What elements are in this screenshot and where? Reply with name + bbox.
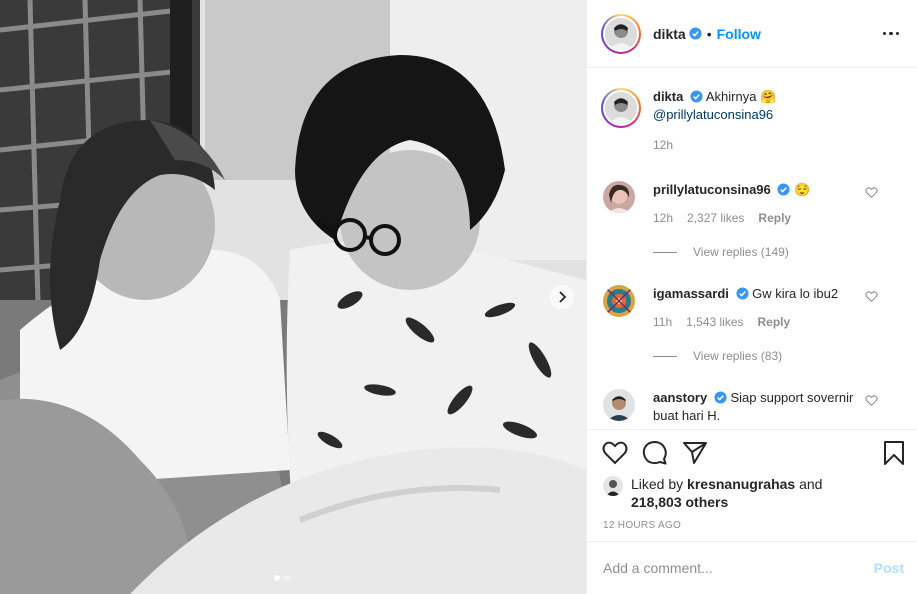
comment-input[interactable] xyxy=(603,560,874,576)
post-author-username[interactable]: dikta xyxy=(653,26,686,42)
heart-icon[interactable] xyxy=(865,186,878,199)
likes-count[interactable]: 218,803 others xyxy=(631,494,728,510)
comment-icon[interactable] xyxy=(642,440,668,466)
avatar xyxy=(605,92,637,124)
share-icon[interactable] xyxy=(682,440,708,466)
action-icons xyxy=(587,430,917,480)
view-replies-button[interactable]: View replies (149) xyxy=(653,245,789,259)
comment-item: igamassardi Gw kira lo ibu2 11h 1,543 li… xyxy=(603,285,903,331)
liked-by-label: Liked by xyxy=(631,476,684,492)
reply-button[interactable]: Reply xyxy=(758,209,791,227)
next-slide-button[interactable] xyxy=(550,285,574,309)
likes-summary: Liked by kresnanugrahas and 218,803 othe… xyxy=(603,475,822,511)
bookmark-icon[interactable] xyxy=(881,440,907,466)
post-timestamp[interactable]: 12 HOURS AGO xyxy=(603,520,681,531)
comment-likes[interactable]: 1,543 likes xyxy=(686,313,743,331)
liked-and-label: and xyxy=(799,476,823,492)
comments-list[interactable]: dikta Akhirnya 🤗 @prillylatuconsina96 12… xyxy=(587,69,917,429)
carousel-dot xyxy=(284,575,290,581)
commenter-avatar[interactable] xyxy=(603,389,635,421)
story-ring[interactable] xyxy=(601,88,641,128)
photo-scene xyxy=(0,0,586,594)
comment-item: aanstory Siap support sovernir buat hari… xyxy=(603,389,903,425)
verified-badge-icon xyxy=(689,27,702,40)
caption-text: Akhirnya xyxy=(705,89,757,104)
post-actions: Liked by kresnanugrahas and 218,803 othe… xyxy=(587,429,917,531)
replies-divider xyxy=(653,355,677,357)
carousel-dots xyxy=(274,575,290,581)
avatar-photo-icon xyxy=(605,17,637,50)
chevron-right-icon xyxy=(559,291,567,303)
verified-badge-icon xyxy=(714,391,727,404)
liker-avatar[interactable] xyxy=(603,476,623,496)
comment-time[interactable]: 12h xyxy=(653,209,673,227)
post-side-panel: dikta • Follow dikta Akhirnya 🤗 @prillyl… xyxy=(586,0,917,594)
caption-mention-link[interactable]: @prillylatuconsina96 xyxy=(653,106,893,124)
hugging-face-emoji: 🤗 xyxy=(760,89,777,104)
commenter-avatar[interactable] xyxy=(603,181,635,213)
comment-time[interactable]: 11h xyxy=(653,313,672,331)
view-replies-label: View replies (83) xyxy=(693,349,783,363)
view-replies-button[interactable]: View replies (83) xyxy=(653,349,782,363)
caption-time[interactable]: 12h xyxy=(653,136,893,154)
avatar-photo-icon xyxy=(603,285,635,317)
avatar-photo-icon xyxy=(603,389,635,421)
carousel-dot-active xyxy=(274,575,280,581)
post-caption: dikta Akhirnya 🤗 @prillylatuconsina96 12… xyxy=(601,88,893,154)
caption-username[interactable]: dikta xyxy=(653,89,683,104)
verified-badge-icon xyxy=(735,287,749,300)
more-options-button[interactable] xyxy=(879,28,904,40)
post-header: dikta • Follow xyxy=(587,0,917,68)
comment-username[interactable]: igamassardi xyxy=(653,286,729,301)
heart-icon[interactable] xyxy=(865,394,878,407)
comment-item: prillylatuconsina96 😌 12h 2,327 likes Re… xyxy=(603,181,903,227)
story-ring[interactable] xyxy=(601,13,641,54)
liker-username[interactable]: kresnanugrahas xyxy=(687,476,795,492)
comment-text: Gw kira lo ibu2 xyxy=(752,286,839,301)
post-comment-button[interactable]: Post xyxy=(874,560,904,576)
avatar xyxy=(605,17,637,50)
avatar-photo-icon xyxy=(603,181,635,213)
avatar-photo-icon xyxy=(605,92,637,124)
instagram-post: dikta • Follow dikta Akhirnya 🤗 @prillyl… xyxy=(0,0,917,594)
comment-likes[interactable]: 2,327 likes xyxy=(687,209,744,227)
view-replies-label: View replies (149) xyxy=(693,245,789,259)
replies-divider xyxy=(653,251,677,253)
add-comment-bar: Post xyxy=(587,541,917,594)
reply-button[interactable]: Reply xyxy=(758,313,791,331)
verified-badge-icon xyxy=(690,90,703,103)
relieved-face-emoji: 😌 xyxy=(794,182,811,197)
verified-badge-icon xyxy=(777,183,790,196)
post-photo[interactable] xyxy=(0,0,586,594)
commenter-avatar[interactable] xyxy=(603,285,635,317)
heart-icon[interactable] xyxy=(865,290,878,303)
avatar-photo-icon xyxy=(603,476,623,496)
follow-button[interactable]: Follow xyxy=(717,26,761,42)
more-icon xyxy=(882,31,886,36)
heart-icon[interactable] xyxy=(602,440,628,466)
comment-username[interactable]: aanstory xyxy=(653,390,707,405)
header-separator: • xyxy=(706,25,712,42)
comment-username[interactable]: prillylatuconsina96 xyxy=(653,182,771,197)
